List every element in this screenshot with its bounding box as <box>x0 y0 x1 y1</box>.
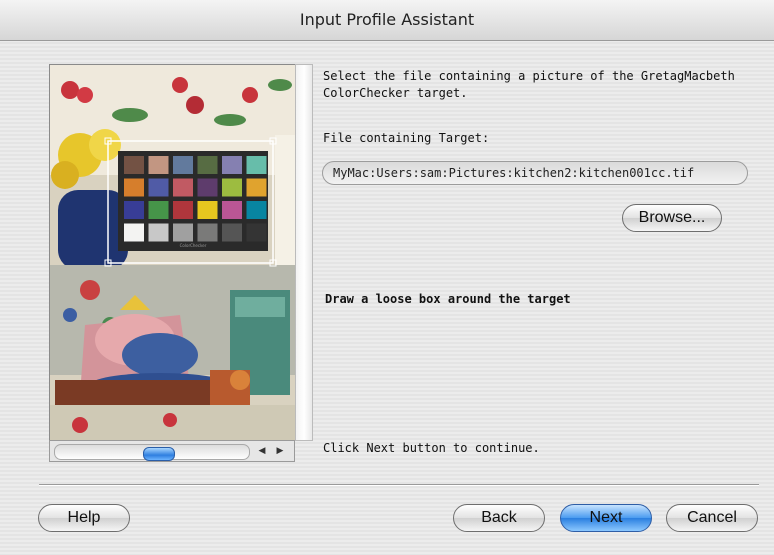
draw-box-hint: Draw a loose box around the target <box>325 292 571 306</box>
instruction-line-1: Select the file containing a picture of … <box>323 69 735 83</box>
instruction-line-2: ColorChecker target. <box>323 86 468 100</box>
colorchecker-swatch <box>173 178 193 197</box>
next-button[interactable]: Next <box>560 504 652 532</box>
browse-button[interactable]: Browse... <box>622 204 722 232</box>
colorchecker-swatch <box>222 201 242 219</box>
vertical-scrollbar[interactable] <box>295 64 313 441</box>
colorchecker-swatch <box>246 223 267 242</box>
colorchecker-swatch <box>222 156 242 174</box>
cancel-button[interactable]: Cancel <box>666 504 758 532</box>
colorchecker-swatch <box>222 178 242 197</box>
colorchecker-swatch <box>246 201 267 219</box>
continue-hint: Click Next button to continue. <box>323 441 540 455</box>
back-button[interactable]: Back <box>453 504 545 532</box>
file-label: File containing Target: <box>323 131 490 145</box>
footer-divider <box>39 484 759 486</box>
scroll-left-arrow-icon[interactable]: ◀ <box>255 444 269 458</box>
colorchecker-swatch <box>246 156 267 174</box>
file-path-field[interactable]: MyMac:Users:sam:Pictures:kitchen2:kitche… <box>322 161 748 185</box>
colorchecker-swatch <box>124 178 144 197</box>
colorchecker-swatch <box>197 201 218 219</box>
window-title: Input Profile Assistant <box>0 0 774 41</box>
svg-text:ColorChecker: ColorChecker <box>180 243 207 248</box>
scroll-track[interactable] <box>54 444 250 461</box>
colorchecker-swatch <box>173 201 193 219</box>
colorchecker-swatch <box>124 201 144 219</box>
scroll-right-arrow-icon[interactable]: ▶ <box>273 444 287 458</box>
colorchecker-swatch <box>148 201 169 219</box>
colorchecker-swatch <box>124 156 144 174</box>
colorchecker-swatch <box>246 178 267 197</box>
horizontal-scrollbar[interactable]: ◀ ▶ <box>49 440 295 462</box>
colorchecker-swatch <box>148 178 169 197</box>
colorchecker-swatch <box>222 223 242 242</box>
colorchecker-swatch <box>173 223 193 242</box>
colorchecker-swatch <box>173 156 193 174</box>
colorchecker-swatch <box>197 156 218 174</box>
colorchecker-swatch <box>148 223 169 242</box>
colorchecker-swatch <box>124 223 144 242</box>
colorchecker-swatch <box>197 223 218 242</box>
help-button[interactable]: Help <box>38 504 130 532</box>
scroll-thumb[interactable] <box>143 447 175 461</box>
colorchecker-swatch <box>148 156 169 174</box>
kitchen-photo: ColorChecker <box>50 65 295 440</box>
colorchecker-swatch <box>197 178 218 197</box>
target-preview-image[interactable]: ColorChecker <box>49 64 296 441</box>
